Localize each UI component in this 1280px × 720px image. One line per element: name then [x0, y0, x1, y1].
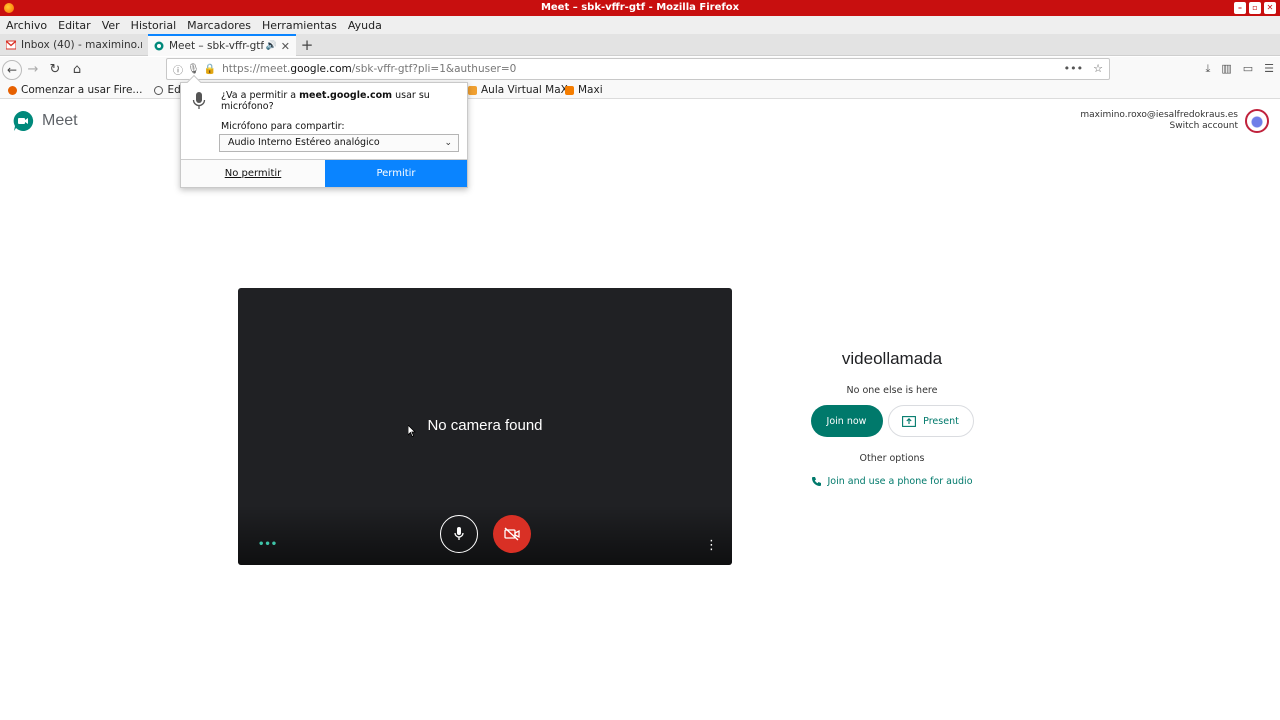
microphone-select[interactable]: Audio Interno Estéreo analógico ⌄: [219, 134, 459, 152]
tab-meet[interactable]: Meet – sbk-vffr-gtf 🔊 ✕: [148, 34, 296, 56]
camera-toggle-button[interactable]: [493, 515, 531, 553]
blogger-icon: [565, 85, 574, 95]
phone-label: Join and use a phone for audio: [827, 476, 973, 487]
menu-historial[interactable]: Historial: [131, 19, 176, 32]
moodle-icon: [468, 85, 477, 95]
speaker-icon[interactable]: 🔊: [266, 41, 277, 51]
menu-herramientas[interactable]: Herramientas: [262, 19, 337, 32]
home-button[interactable]: ⌂: [66, 59, 88, 81]
more-options-icon[interactable]: ⋮: [705, 538, 718, 553]
meet-icon: [154, 41, 164, 51]
menu-editar[interactable]: Editar: [58, 19, 91, 32]
back-button[interactable]: ←: [2, 59, 22, 80]
maximize-button[interactable]: ▫: [1249, 2, 1261, 14]
join-with-phone-link[interactable]: Join and use a phone for audio: [792, 476, 992, 487]
forward-button[interactable]: →: [22, 59, 44, 81]
microphone-toggle-button[interactable]: [440, 515, 478, 553]
window-titlebar: Meet – sbk-vffr-gtf - Mozilla Firefox – …: [0, 0, 1280, 16]
microphone-permission-icon[interactable]: 🎙: [187, 64, 200, 75]
microphone-select-label: Micrófono para compartir:: [221, 121, 345, 132]
close-tab-icon[interactable]: ✕: [281, 40, 290, 53]
mouse-cursor-icon: [408, 425, 416, 437]
url-bar[interactable]: ⓘ 🎙 🔒 https://meet. google.com/sbk-vffr-g…: [166, 58, 1110, 80]
avatar[interactable]: [1245, 109, 1269, 133]
participants-status: No one else is here: [846, 385, 938, 396]
bookmark-star-icon[interactable]: ☆: [1093, 62, 1103, 75]
downloads-icon[interactable]: ⤓: [1205, 62, 1210, 76]
info-icon[interactable]: ⓘ: [173, 62, 183, 77]
bookmark-label: Maxi: [578, 84, 603, 96]
present-label: Present: [923, 415, 959, 427]
microphone-icon: [192, 92, 206, 109]
meet-logo-text: Meet: [42, 112, 78, 129]
deny-button[interactable]: No permitir: [181, 160, 325, 187]
firefox-logo-icon: [4, 3, 14, 13]
gmail-icon: [6, 40, 16, 50]
meeting-name: videollamada: [841, 349, 943, 368]
menu-bar: Archivo Editar Ver Historial Marcadores …: [0, 16, 1280, 34]
phone-icon: [812, 477, 822, 486]
globe-icon: [154, 85, 164, 95]
visual-effects-icon[interactable]: •••: [258, 539, 277, 550]
minimize-button[interactable]: –: [1234, 2, 1246, 14]
bookmark-label: Aula Virtual MaX: [481, 84, 568, 96]
menu-ver[interactable]: Ver: [102, 19, 120, 32]
video-preview: No camera found ••• ⋮: [238, 288, 732, 565]
present-button[interactable]: Present: [887, 405, 974, 437]
join-now-button[interactable]: Join now: [810, 405, 883, 437]
window-title: Meet – sbk-vffr-gtf - Mozilla Firefox: [540, 2, 740, 13]
meet-page: Meet maximino.roxo@iesalfredokraus.es Sw…: [0, 99, 1280, 720]
tab-title: Meet – sbk-vffr-gtf: [169, 40, 264, 52]
other-options-label: Other options: [859, 453, 925, 464]
meet-logo-icon: [13, 110, 34, 131]
bookmark-item[interactable]: Aula Virtual MaX: [468, 84, 568, 96]
new-tab-button[interactable]: +: [296, 34, 318, 55]
close-window-button[interactable]: ✕: [1264, 2, 1276, 14]
menu-marcadores[interactable]: Marcadores: [187, 19, 251, 32]
meet-logo[interactable]: Meet: [12, 110, 78, 132]
url-suffix: /sbk-vffr-gtf?pli=1&authuser=0: [351, 63, 517, 75]
reload-button[interactable]: ↻: [44, 59, 66, 81]
tab-title: Inbox (40) - maximino.ro: [21, 39, 142, 51]
bookmark-label: Comenzar a usar Fire...: [21, 84, 143, 96]
allow-button[interactable]: Permitir: [325, 160, 467, 187]
chevron-down-icon: ⌄: [444, 138, 452, 148]
url-host: google.com: [290, 63, 352, 75]
sidebar-icon[interactable]: ▭: [1243, 62, 1253, 76]
microphone-icon: [454, 527, 464, 540]
tab-bar: Inbox (40) - maximino.ro Meet – sbk-vffr…: [0, 34, 1280, 56]
bookmark-item[interactable]: Maxi: [565, 84, 603, 96]
camera-off-icon: [504, 527, 520, 541]
library-icon[interactable]: ▥: [1221, 62, 1231, 76]
no-camera-message: No camera found: [427, 417, 543, 434]
switch-account-link[interactable]: Switch account: [1080, 121, 1238, 132]
account-info: maximino.roxo@iesalfredokraus.es Switch …: [1080, 110, 1238, 132]
present-icon: [902, 415, 917, 427]
menu-ayuda[interactable]: Ayuda: [348, 19, 382, 32]
menu-archivo[interactable]: Archivo: [6, 19, 47, 32]
lock-icon: 🔒: [203, 63, 217, 75]
permission-question: ¿Va a permitir a meet.google.com usar su…: [221, 90, 430, 112]
page-actions-icon[interactable]: •••: [1064, 62, 1083, 75]
selected-device: Audio Interno Estéreo analógico: [228, 137, 380, 148]
account-email: maximino.roxo@iesalfredokraus.es: [1080, 110, 1238, 120]
tab-inbox[interactable]: Inbox (40) - maximino.ro: [0, 34, 148, 56]
microphone-permission-popup: ¿Va a permitir a meet.google.com usar su…: [180, 74, 468, 188]
url-prefix: https://meet.: [222, 63, 291, 75]
firefox-icon: [8, 85, 17, 95]
hamburger-menu-icon[interactable]: ☰: [1264, 62, 1274, 76]
bookmark-item[interactable]: Comenzar a usar Fire...: [8, 84, 142, 96]
join-panel: videollamada No one else is here Join no…: [792, 349, 992, 487]
